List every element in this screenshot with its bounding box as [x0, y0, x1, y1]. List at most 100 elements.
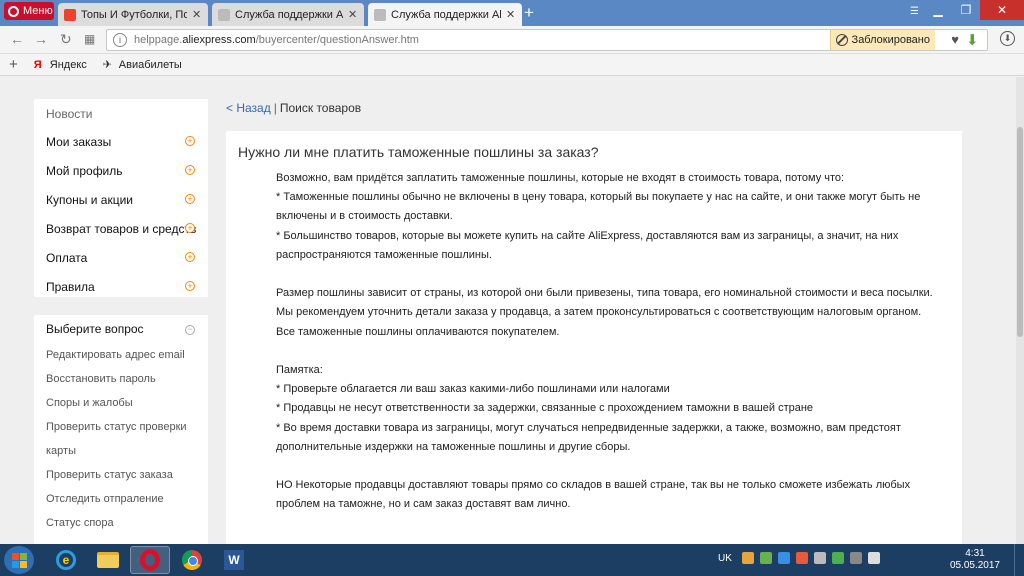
taskbar-opera[interactable]: [130, 546, 170, 574]
sidebar-item-payment[interactable]: Оплата +: [34, 243, 208, 272]
question-link[interactable]: карты: [34, 439, 208, 463]
tray-app-icon[interactable]: [831, 552, 844, 564]
sidebar-news[interactable]: Новости: [34, 99, 208, 127]
internet-explorer-icon: e: [56, 550, 76, 570]
expand-plus-icon[interactable]: +: [185, 223, 195, 233]
taskbar-explorer[interactable]: [88, 546, 128, 574]
breadcrumb-current: Поиск товаров: [279, 101, 362, 115]
expand-plus-icon[interactable]: +: [185, 136, 195, 146]
downloads-icon[interactable]: ⬇: [1000, 31, 1015, 46]
answer-line: * Таможенные пошлины обычно не включены …: [276, 191, 921, 204]
tray-app-icon[interactable]: [813, 552, 826, 564]
expand-plus-icon[interactable]: +: [185, 252, 195, 262]
breadcrumb: < Назад | Поиск товаров: [226, 101, 362, 115]
download-arrow-icon[interactable]: ⬇: [966, 31, 979, 49]
answer-line: * Проверьте облагается ли ваш заказ каки…: [276, 383, 670, 396]
maximize-icon[interactable]: ❐: [952, 0, 980, 20]
expand-plus-icon[interactable]: +: [185, 194, 195, 204]
question-link[interactable]: Проверить статус заказа: [34, 463, 208, 487]
answer-line: дополнительные издержки на таможенные по…: [276, 440, 631, 453]
opera-menu-button[interactable]: Меню: [4, 2, 54, 20]
collapse-minus-icon[interactable]: −: [185, 325, 195, 335]
taskbar-chrome[interactable]: [172, 546, 212, 574]
question-link[interactable]: Проверить статус проверки: [34, 415, 208, 439]
forward-arrow-icon[interactable]: →: [34, 32, 48, 46]
speed-dial-grid-icon[interactable]: ▦: [84, 32, 95, 46]
close-tab-icon[interactable]: ✕: [192, 8, 202, 21]
tab-strip: Меню Топы И Футболки, Поло « ✕ Служба по…: [0, 0, 1024, 26]
sidebar-questions: Выберите вопрос − Редактировать адрес em…: [34, 315, 208, 544]
answer-line: распространяются таможенные пошлины.: [276, 248, 492, 261]
new-tab-button[interactable]: +: [524, 4, 534, 21]
opera-logo-icon: [8, 5, 19, 17]
menu-label: Меню: [23, 5, 53, 17]
close-tab-icon[interactable]: ✕: [506, 8, 516, 21]
question-title: Нужно ли мне платить таможенные пошлины …: [238, 144, 599, 160]
browser-tab-3-active[interactable]: Служба поддержки AliExp ✕: [368, 3, 522, 26]
scrollbar-thumb[interactable]: [1017, 127, 1023, 337]
windows-logo-icon: [11, 552, 27, 568]
word-icon: W: [224, 550, 244, 570]
answer-line: включены и в стоимость доставки.: [276, 210, 453, 223]
show-desktop-button[interactable]: [1014, 544, 1024, 576]
browser-tab-1[interactable]: Топы И Футболки, Поло « ✕: [58, 3, 208, 26]
chrome-icon: [182, 550, 202, 570]
sidebar-item-my-profile[interactable]: Мой профиль +: [34, 156, 208, 185]
taskbar-ie[interactable]: e: [46, 546, 86, 574]
bookmark-yandex[interactable]: Я Яндекс: [34, 59, 87, 71]
close-window-icon[interactable]: ✕: [980, 0, 1024, 20]
question-link[interactable]: Восстановить пароль: [34, 367, 208, 391]
tab-menu-icon[interactable]: ☰: [910, 6, 919, 17]
expand-plus-icon[interactable]: +: [185, 165, 195, 175]
questions-heading[interactable]: Выберите вопрос −: [34, 315, 208, 343]
start-button[interactable]: [4, 546, 34, 574]
browser-tab-2[interactable]: Служба поддержки AliExp ✕: [212, 3, 364, 26]
sidebar-item-returns[interactable]: Возврат товаров и средств +: [34, 214, 208, 243]
block-icon: [835, 34, 848, 46]
question-link[interactable]: Споры и жалобы: [34, 391, 208, 415]
page-favicon-icon: [218, 8, 230, 21]
tray-app-icon[interactable]: [795, 552, 808, 564]
answer-line: * Продавцы не несут ответственности за з…: [276, 402, 814, 415]
answer-line: Мы рекомендуем уточнить детали заказа у …: [276, 306, 922, 319]
question-link[interactable]: Отследить отпраление: [34, 487, 208, 511]
answer-line: Памятка:: [276, 364, 323, 376]
aliexpress-favicon-icon: [64, 8, 76, 21]
taskbar-word[interactable]: W: [214, 546, 254, 574]
tray-app-icon[interactable]: [759, 552, 772, 564]
answer-line: Размер пошлины зависит от страны, из кот…: [276, 287, 933, 300]
bookmark-aviabilety[interactable]: ✈ Авиабилеты: [102, 58, 182, 72]
answer-line: * Во время доставки товара из заграницы,…: [276, 421, 901, 434]
minimize-icon[interactable]: ▁: [924, 0, 952, 20]
plane-icon: ✈: [102, 59, 112, 71]
add-bookmark-icon[interactable]: +: [9, 56, 18, 73]
reload-icon[interactable]: ↻: [60, 32, 72, 46]
page-content: Новости Мои заказы + Мой профиль + Купон…: [0, 77, 1024, 544]
clock[interactable]: 4:31 05.05.2017: [950, 548, 1000, 572]
close-tab-icon[interactable]: ✕: [348, 8, 358, 21]
page-scrollbar[interactable]: [1016, 77, 1024, 544]
address-toolbar: ← → ↻ ▦ i helppage.aliexpress.com/buyerc…: [0, 26, 1024, 54]
folder-icon: [97, 552, 119, 568]
language-indicator[interactable]: UK: [718, 553, 732, 564]
ad-blocked-badge[interactable]: Заблокировано: [829, 30, 935, 50]
tray-app-icon[interactable]: [867, 552, 880, 564]
back-link[interactable]: < Назад: [226, 101, 271, 115]
heart-icon[interactable]: ♥: [951, 32, 959, 47]
answer-line: [276, 265, 956, 284]
sidebar-item-coupons[interactable]: Купоны и акции +: [34, 185, 208, 214]
url-bar[interactable]: i helppage.aliexpress.com/buyercenter/qu…: [106, 29, 988, 51]
tray-app-icon[interactable]: [741, 552, 754, 564]
system-tray: UK: [718, 552, 880, 564]
tray-app-icon[interactable]: [849, 552, 862, 564]
site-info-icon[interactable]: i: [113, 33, 127, 47]
tray-app-icon[interactable]: [777, 552, 790, 564]
expand-plus-icon[interactable]: +: [185, 281, 195, 291]
sidebar-item-my-orders[interactable]: Мои заказы +: [34, 127, 208, 156]
back-arrow-icon[interactable]: ←: [10, 32, 24, 46]
url-text[interactable]: helppage.aliexpress.com/buyercenter/ques…: [134, 34, 419, 46]
sidebar-item-rules[interactable]: Правила +: [34, 272, 208, 301]
question-link[interactable]: Статус спора: [34, 511, 208, 535]
sidebar-menu: Новости Мои заказы + Мой профиль + Купон…: [34, 99, 208, 297]
question-link[interactable]: Редактировать адрес email: [34, 343, 208, 367]
